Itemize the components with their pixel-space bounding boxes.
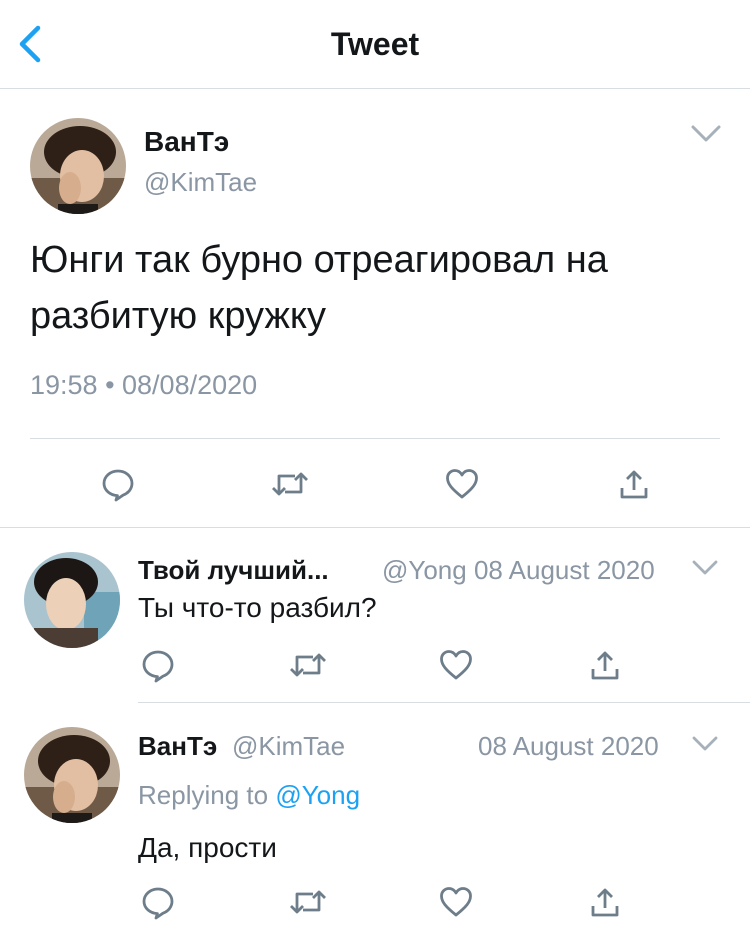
tweet-text: Да, прости — [138, 832, 277, 863]
chevron-down-icon — [692, 560, 718, 575]
reply-icon — [142, 887, 174, 920]
author-name[interactable]: Твой лучший... — [138, 555, 329, 586]
divider — [138, 702, 750, 703]
avatar[interactable] — [24, 727, 120, 823]
like-button[interactable] — [434, 643, 478, 687]
author-name[interactable]: ВанТэ — [138, 731, 217, 762]
share-button[interactable] — [612, 462, 656, 506]
retweet-button[interactable] — [286, 643, 330, 687]
avatar[interactable] — [24, 552, 120, 648]
like-button[interactable] — [434, 880, 478, 924]
tweet-date: 08 August 2020 — [478, 731, 659, 761]
avatar[interactable] — [30, 118, 126, 214]
author-handle[interactable]: @KimTae — [232, 731, 345, 762]
share-icon — [591, 888, 619, 917]
like-icon — [440, 887, 472, 917]
tweet-text: Юнги так бурно отреагировал на разбитую … — [30, 239, 608, 337]
tweet-timestamp: 19:58 • 08/08/2020 — [30, 370, 258, 400]
retweet-button[interactable] — [268, 462, 312, 506]
author-handle-date: @Yong 08 August 2020 — [382, 555, 655, 585]
reply-icon — [102, 469, 134, 502]
reply-button[interactable] — [96, 462, 140, 506]
reply-icon — [142, 650, 174, 683]
reply-button[interactable] — [136, 880, 180, 924]
replying-to: Replying to @Yong — [138, 780, 360, 811]
replying-to-handle[interactable]: @Yong — [275, 780, 360, 810]
share-button[interactable] — [583, 643, 627, 687]
retweet-icon — [272, 472, 308, 496]
tweet-options-button[interactable] — [690, 556, 720, 580]
tweet-text: Ты что-то разбил? — [138, 592, 377, 623]
tweet-options-button[interactable] — [688, 120, 724, 148]
replying-to-label: Replying to — [138, 780, 269, 810]
tweet-options-button[interactable] — [690, 732, 720, 756]
retweet-icon — [290, 890, 326, 914]
retweet-button[interactable] — [286, 880, 330, 924]
divider — [0, 527, 750, 528]
like-icon — [446, 469, 478, 499]
divider — [30, 438, 720, 439]
share-icon — [591, 651, 619, 680]
author-name[interactable]: ВанТэ — [144, 126, 229, 158]
like-icon — [440, 650, 472, 680]
nav-header: Tweet — [0, 0, 750, 89]
reply-button[interactable] — [136, 643, 180, 687]
like-button[interactable] — [440, 462, 484, 506]
retweet-icon — [290, 653, 326, 677]
share-button[interactable] — [583, 880, 627, 924]
chevron-down-icon — [692, 736, 718, 751]
chevron-down-icon — [691, 125, 721, 142]
page-title: Tweet — [330, 26, 420, 62]
share-icon — [620, 470, 648, 499]
author-handle[interactable]: @KimTae — [144, 167, 257, 198]
